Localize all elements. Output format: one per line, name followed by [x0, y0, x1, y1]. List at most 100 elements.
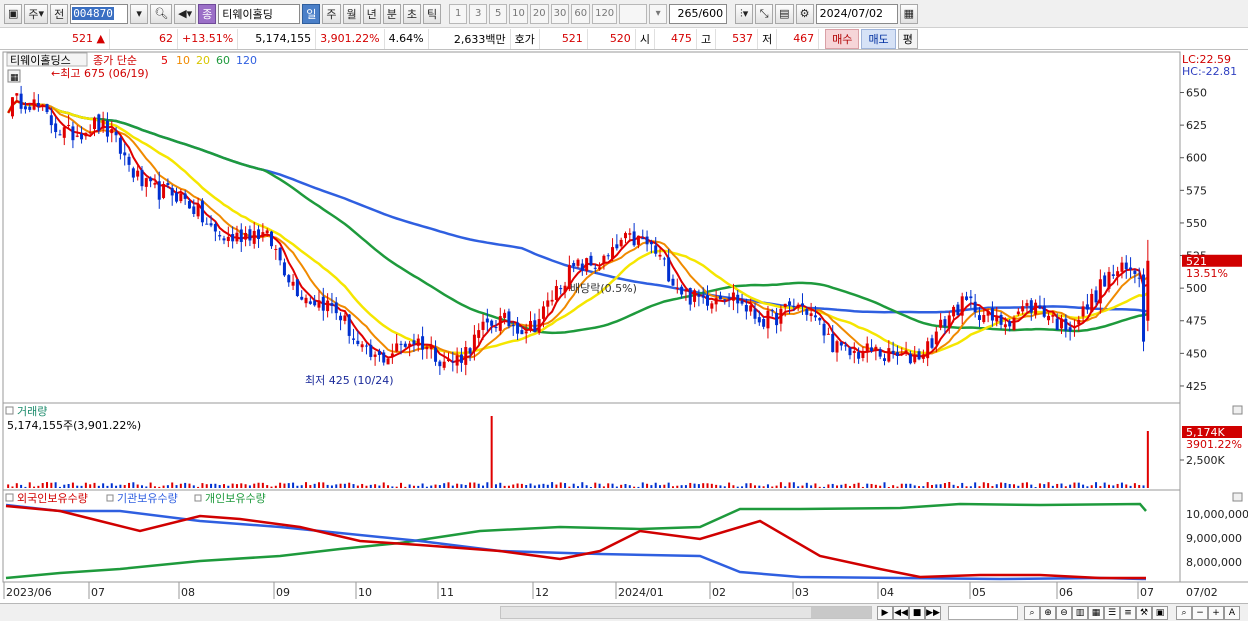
count-input[interactable]: 265/600 [669, 3, 728, 24]
interval-dropdown-icon[interactable]: ▾ [649, 3, 668, 24]
last-page-icon[interactable]: ▶▶ [925, 606, 941, 620]
date-input[interactable]: 2024/07/02 [815, 3, 898, 24]
eval-button[interactable]: 평 [897, 28, 918, 49]
candle-body [632, 231, 636, 246]
holding-pane-toggle[interactable] [5, 493, 14, 502]
period-week[interactable]: 주 [322, 3, 341, 24]
interval-5[interactable]: 5 [489, 3, 508, 24]
interval-20[interactable]: 20 [529, 3, 549, 24]
zoom-slider[interactable] [948, 606, 1018, 620]
sell-button[interactable]: 매도 [861, 28, 896, 49]
type-select[interactable]: 주 ▾ [24, 3, 49, 24]
volume-bar [1030, 484, 1033, 488]
volume-bar [434, 484, 437, 488]
period-second[interactable]: 초 [402, 3, 422, 24]
candle-body [813, 315, 817, 318]
high-label: 고 [697, 28, 717, 49]
volume-bar [840, 484, 843, 488]
volume-bar [1047, 482, 1050, 488]
chart-area[interactable]: 650625600575550525500475450425 2023/0607… [0, 51, 1248, 603]
grid-view-icon[interactable]: ▦ [1088, 606, 1104, 620]
gear-icon[interactable]: ⚙ [795, 3, 814, 24]
volume-bar [50, 482, 53, 488]
search-icon[interactable]: 🔍︎ [150, 3, 173, 24]
zoom-out-icon[interactable]: ⊖ [1056, 606, 1072, 620]
volume-bar [628, 485, 631, 488]
tools-icon[interactable]: ⚒ [1136, 606, 1152, 620]
scrollbar[interactable] [500, 606, 872, 619]
chart-svg[interactable]: 650625600575550525500475450425 2023/0607… [0, 51, 1248, 603]
chart-type-icon[interactable]: ⫶▾ [735, 3, 754, 24]
candle-body [274, 248, 278, 250]
volume-bar [326, 484, 329, 488]
volume-close-icon[interactable] [1232, 405, 1243, 415]
window-icon[interactable]: ▣ [4, 3, 23, 24]
minus-icon[interactable]: − [1192, 606, 1208, 620]
save-icon[interactable]: ▤ [775, 3, 794, 24]
dropdown-icon[interactable]: ▾ [130, 3, 149, 24]
candle-body [1142, 274, 1146, 342]
interval-120[interactable]: 120 [592, 3, 618, 24]
volume-bar [438, 485, 441, 488]
scroll-right-icon[interactable]: ▶ [877, 606, 893, 620]
volume-bar [391, 486, 394, 488]
period-minute[interactable]: 분 [382, 3, 401, 24]
volume-bar [214, 483, 217, 488]
magnify-icon[interactable]: ⌕ [1024, 606, 1040, 620]
interval-3[interactable]: 3 [469, 3, 488, 24]
volume-bar [244, 484, 247, 488]
candle-body [939, 319, 943, 328]
interval-1[interactable]: 1 [449, 3, 468, 24]
volume-bar [1069, 484, 1072, 488]
volume-bar [741, 486, 744, 488]
volume-bar [546, 484, 549, 488]
chart-view-icon[interactable]: ▥ [1072, 606, 1088, 620]
zoom-in-icon[interactable]: ⊕ [1040, 606, 1056, 620]
first-page-icon[interactable]: ◀◀ [893, 606, 909, 620]
prev-select[interactable]: 전 [50, 3, 69, 24]
volume-bar [24, 486, 27, 488]
candle-body [252, 230, 256, 244]
candle-body [965, 296, 969, 300]
candle-body [986, 311, 990, 316]
volume-bar [680, 485, 683, 488]
window-layout-icon[interactable]: ▣ [1152, 606, 1168, 620]
interval-60[interactable]: 60 [571, 3, 591, 24]
period-year[interactable]: 년 [362, 3, 381, 24]
plus-icon[interactable]: + [1208, 606, 1224, 620]
candle-body [684, 289, 688, 292]
list-view-icon[interactable]: ≡ [1120, 606, 1136, 620]
volume-bar [805, 482, 808, 488]
calendar-icon[interactable]: ▦ [899, 3, 918, 24]
candle-body [861, 350, 865, 358]
stop-icon[interactable]: ■ [909, 606, 925, 620]
table-view-icon[interactable]: ☰ [1104, 606, 1120, 620]
search-zoom-icon[interactable]: ⌕ [1176, 606, 1192, 620]
interval-custom[interactable] [619, 3, 648, 24]
period-month[interactable]: 월 [342, 3, 361, 24]
x-axis-label: 12 [535, 586, 549, 599]
buy-button[interactable]: 매수 [825, 28, 860, 49]
holding-legend-foreign: 외국인보유수량 [17, 492, 88, 505]
line-tool-icon[interactable]: ⤡ [755, 3, 774, 24]
candle-body [973, 301, 977, 313]
stock-name: 티웨이홀딩 [218, 3, 301, 24]
candle-body [805, 309, 809, 315]
candle-body [308, 301, 312, 304]
candle-body [874, 346, 878, 351]
candle-body [287, 275, 291, 283]
volume-bar [330, 485, 333, 488]
holding-close-icon[interactable] [1232, 492, 1243, 502]
volume-pane-toggle[interactable] [5, 406, 14, 415]
period-tick[interactable]: 틱 [423, 3, 442, 24]
volume-bar [197, 486, 200, 488]
font-size-icon[interactable]: A [1224, 606, 1240, 620]
speaker-icon[interactable]: ◀▾ [174, 3, 197, 24]
period-day[interactable]: 일 [302, 3, 321, 24]
stock-code-input[interactable]: 004870 [70, 3, 129, 24]
interval-30[interactable]: 30 [550, 3, 570, 24]
legend-ma120: 120 [236, 54, 257, 67]
interval-10[interactable]: 10 [509, 3, 528, 24]
scroll-thumb[interactable] [811, 607, 871, 618]
candle-body [162, 184, 166, 198]
